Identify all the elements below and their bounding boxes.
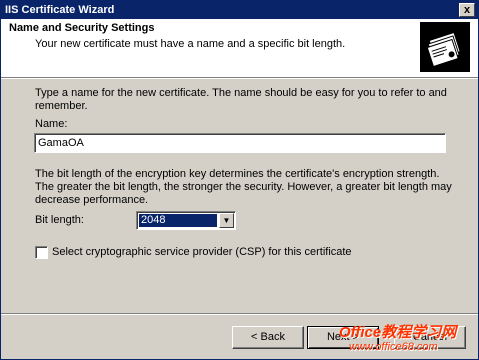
- window-title: IIS Certificate Wizard: [5, 4, 115, 16]
- page-title: Name and Security Settings: [9, 22, 155, 34]
- wizard-window: IIS Certificate Wizard x Name and Securi…: [0, 0, 479, 360]
- certificate-stack-icon: [420, 22, 470, 72]
- back-button[interactable]: < Back: [232, 326, 304, 349]
- page-subtitle: Your new certificate must have a name an…: [35, 38, 346, 50]
- bit-length-label: Bit length:: [35, 214, 84, 226]
- next-button[interactable]: Next >: [307, 326, 379, 349]
- certificate-name-input[interactable]: GamaOA: [34, 133, 446, 153]
- title-bar[interactable]: IIS Certificate Wizard x: [1, 1, 478, 19]
- cancel-button[interactable]: Cancel: [394, 326, 466, 349]
- bit-length-description: The bit length of the encryption key det…: [35, 168, 452, 206]
- bit-length-select[interactable]: 2048 ▼: [136, 211, 236, 230]
- close-button[interactable]: x: [459, 3, 475, 17]
- intro-text: Type a name for the new certificate. The…: [35, 87, 447, 112]
- close-icon: x: [463, 4, 471, 16]
- csp-checkbox[interactable]: [35, 246, 48, 259]
- header-divider: [1, 78, 478, 79]
- wizard-header: Name and Security Settings Your new cert…: [1, 19, 478, 78]
- csp-label[interactable]: Select cryptographic service provider (C…: [52, 246, 352, 258]
- name-label: Name:: [35, 118, 68, 130]
- footer-divider: [1, 313, 478, 315]
- bit-length-value: 2048: [139, 214, 217, 227]
- chevron-down-icon[interactable]: ▼: [219, 213, 234, 228]
